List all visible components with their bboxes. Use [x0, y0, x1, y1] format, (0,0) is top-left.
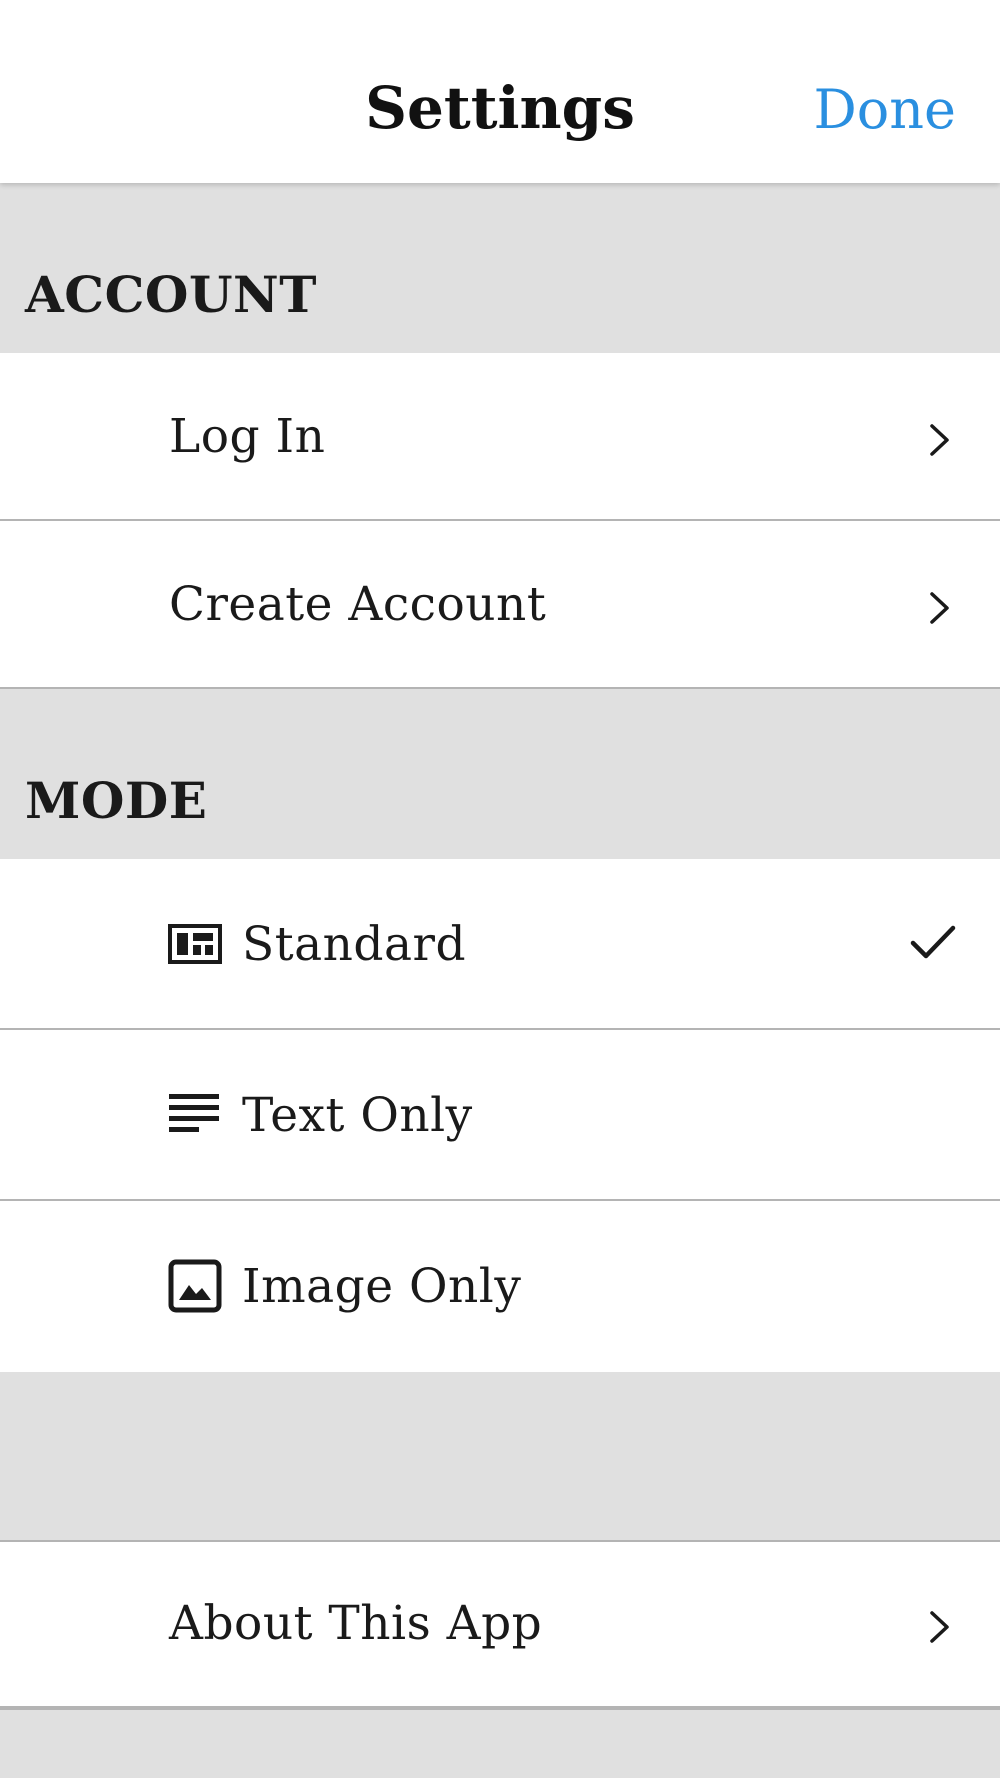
section-header-label: ACCOUNT — [25, 265, 317, 324]
about-this-app-row[interactable]: About This App — [0, 1540, 1000, 1708]
text-lines-icon — [169, 1094, 219, 1132]
mode-image-only-label: Image Only — [242, 1259, 522, 1314]
mode-text-only-row[interactable]: Text Only — [0, 1030, 1000, 1201]
section-spacer — [0, 1372, 1000, 1540]
bottom-background — [0, 1708, 1000, 1778]
create-account-row[interactable]: Create Account — [0, 521, 1000, 689]
section-header-label: MODE — [25, 771, 208, 830]
image-icon — [168, 1259, 222, 1313]
section-header-account: ACCOUNT — [0, 183, 1000, 353]
standard-layout-icon — [168, 924, 222, 964]
navigation-bar: Settings Done — [0, 0, 1000, 183]
about-this-app-label: About This App — [169, 1596, 543, 1651]
checkmark-icon — [910, 925, 956, 959]
chevron-right-icon — [930, 592, 949, 624]
mode-standard-row[interactable]: Standard — [0, 859, 1000, 1030]
log-in-row[interactable]: Log In — [0, 353, 1000, 521]
mode-text-only-label: Text Only — [242, 1088, 473, 1143]
section-header-mode: MODE — [0, 689, 1000, 859]
chevron-right-icon — [930, 1611, 949, 1643]
chevron-right-icon — [930, 424, 949, 456]
mode-standard-label: Standard — [242, 917, 467, 972]
done-button[interactable]: Done — [813, 72, 956, 148]
create-account-label: Create Account — [169, 577, 547, 632]
mode-image-only-row[interactable]: Image Only — [0, 1201, 1000, 1372]
log-in-label: Log In — [169, 409, 326, 464]
